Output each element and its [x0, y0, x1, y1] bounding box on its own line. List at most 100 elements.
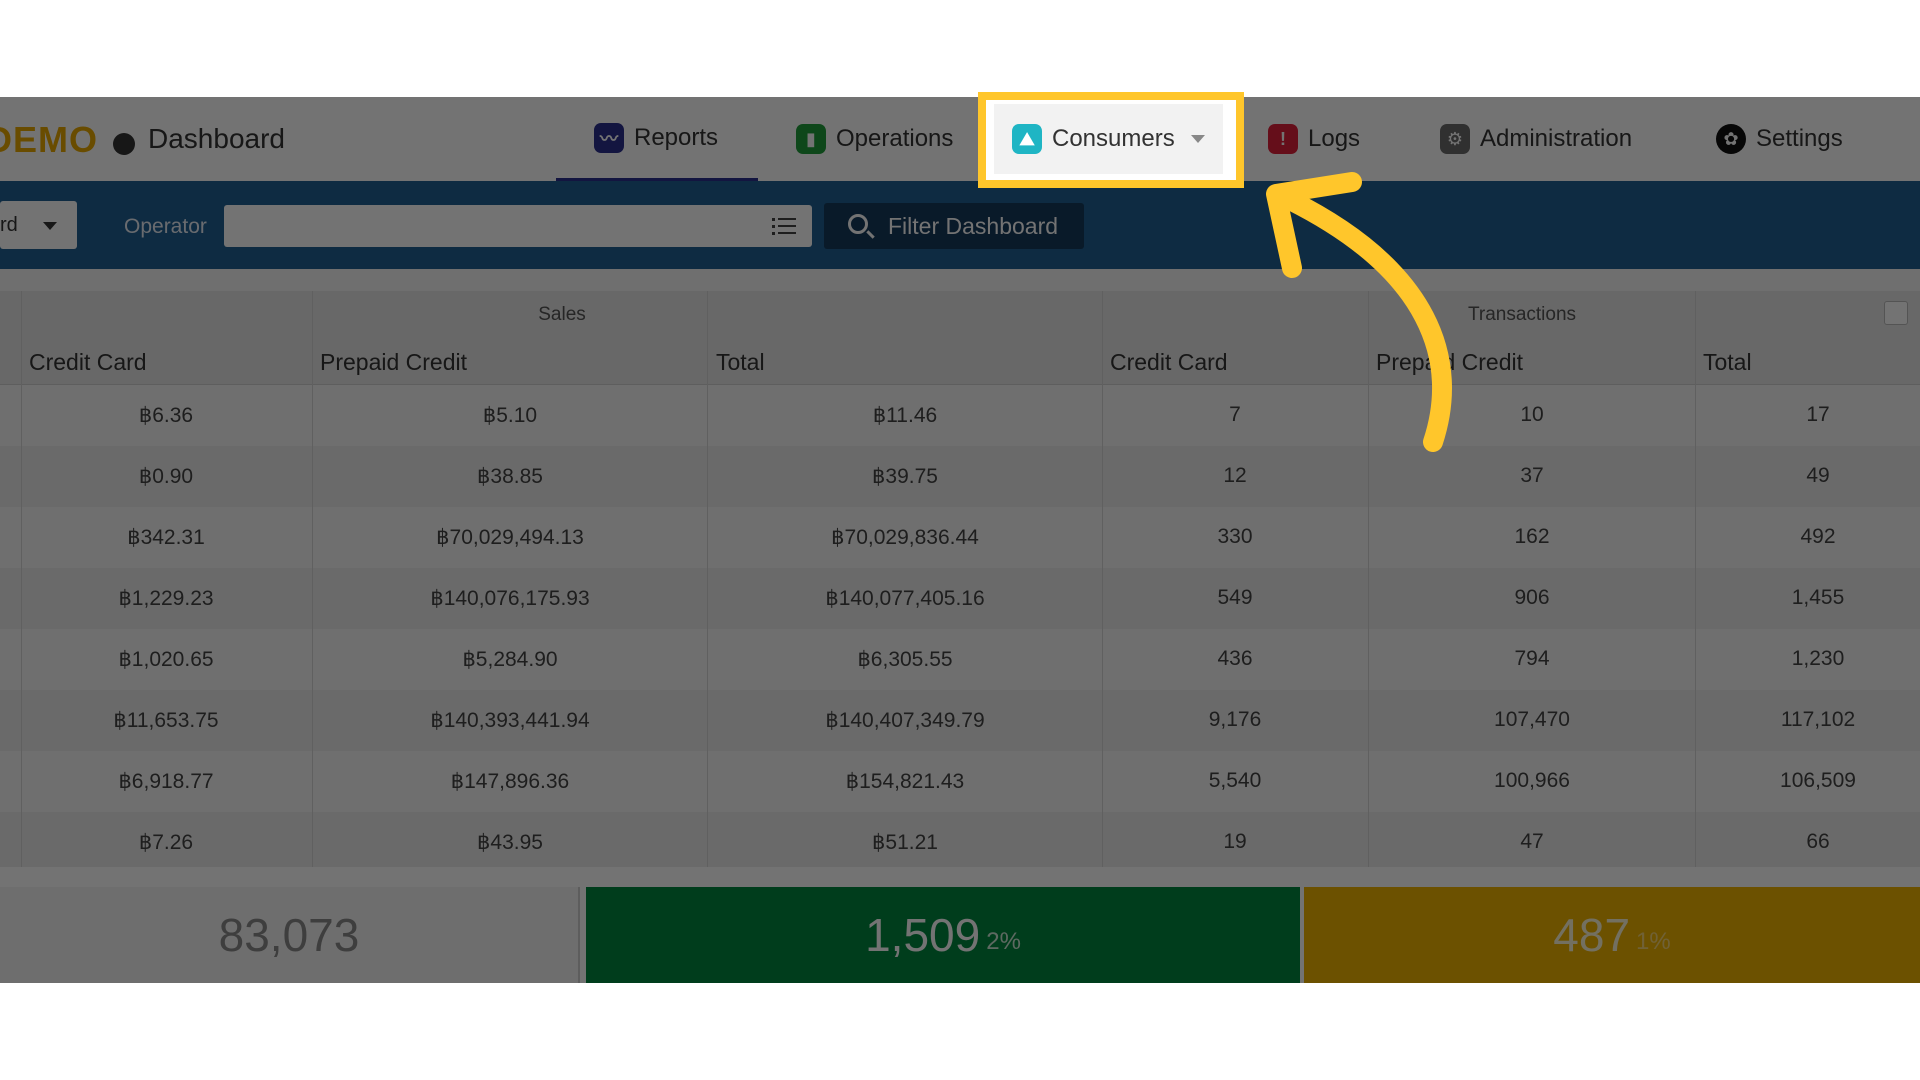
- table-cell: 17: [1806, 403, 1830, 426]
- column-divider: [1102, 291, 1103, 867]
- table-cell: 9,176: [1208, 708, 1262, 731]
- table-row[interactable]: ฿1,229.23 ฿140,076,175.93 ฿140,077,405.16 5…: [0, 568, 1920, 629]
- table-row[interactable]: ฿11,653.75 ฿140,393,441.94 ฿140,407,349.79…: [0, 690, 1920, 751]
- nav-consumers[interactable]: ⛰ Consumers: [994, 104, 1223, 174]
- filter-dashboard-label: Filter Dashboard: [888, 212, 1059, 239]
- nav-logs[interactable]: ! Logs: [1268, 97, 1360, 181]
- table-cell: ฿1,020.65: [118, 648, 214, 671]
- column-divider: [1695, 291, 1696, 867]
- table-cell: ฿7.26: [138, 831, 194, 854]
- green-value: 1,509: [865, 909, 981, 961]
- group-sales: Sales: [538, 304, 586, 325]
- table-cell: 1,455: [1791, 586, 1845, 609]
- table-cell: 47: [1520, 830, 1544, 853]
- table-row[interactable]: ฿342.31 ฿70,029,494.13 ฿70,029,836.44 330 16…: [0, 507, 1920, 568]
- table-cell: 549: [1217, 586, 1253, 609]
- reports-icon: 〰: [594, 122, 624, 153]
- table-cell: ฿140,077,405.16: [825, 587, 985, 610]
- table-cell: ฿11,653.75: [113, 709, 219, 732]
- operator-label: Operator: [124, 215, 207, 238]
- table-row[interactable]: ฿6.36 ฿5.10 ฿11.46 7 10 17: [0, 385, 1920, 446]
- table-cell: ฿5.10: [482, 404, 538, 427]
- spotlight-area: ⛰ Consumers: [984, 97, 1240, 181]
- yellow-tile: 487 1%: [1304, 887, 1920, 983]
- operations-icon: ▮: [796, 124, 826, 154]
- table-cell: ฿140,393,441.94: [430, 709, 590, 732]
- table-cell: 10: [1520, 403, 1544, 426]
- nav-operations[interactable]: ▮ Operations: [796, 97, 953, 181]
- table-cell: 100,966: [1494, 769, 1570, 792]
- col-sales-prepaid-credit[interactable]: Prepaid Credit: [320, 349, 467, 376]
- group-transactions: Transactions: [1467, 304, 1577, 325]
- table-cell: 107,470: [1494, 708, 1570, 731]
- table-cell: 5,540: [1208, 769, 1262, 792]
- table-cell: 37: [1520, 464, 1544, 487]
- table-cell: ฿43.95: [477, 831, 543, 854]
- table-cell: ฿70,029,836.44: [831, 526, 979, 549]
- partial-select[interactable]: rd: [0, 201, 77, 249]
- filter-dashboard-button[interactable]: Filter Dashboard: [824, 203, 1084, 249]
- table-cell: ฿6,918.77: [118, 770, 214, 793]
- nav-administration[interactable]: ⚙ Administration: [1440, 97, 1632, 181]
- nav-operations-label: Operations: [836, 125, 954, 152]
- table-cell: ฿11.46: [872, 404, 938, 427]
- table-cell: ฿51.21: [872, 831, 938, 854]
- total-value: 83,073: [218, 909, 360, 961]
- top-navigation: DEMO Dashboard 〰 Reports ▮ Operations ! …: [0, 97, 1920, 181]
- table-cell: ฿147,896.36: [450, 770, 570, 793]
- table-cell: ฿6.36: [138, 404, 194, 427]
- table-cell: ฿0.90: [138, 465, 194, 488]
- green-percent: 2%: [986, 928, 1021, 955]
- summary-tiles: 83,073 1,509 2% 487 1%: [0, 887, 1920, 983]
- app-window: DEMO Dashboard 〰 Reports ▮ Operations ! …: [0, 97, 1920, 983]
- table-cell: 1,230: [1791, 647, 1845, 670]
- summary-table: Sales Transactions Credit Card Prepaid C…: [0, 269, 1920, 867]
- operator-input[interactable]: [224, 205, 812, 247]
- partial-select-value: rd: [0, 214, 18, 236]
- green-tile: 1,509 2%: [586, 887, 1300, 983]
- col-sales-credit-card[interactable]: Credit Card: [29, 349, 147, 376]
- table-cell: 12: [1223, 464, 1247, 487]
- col-tx-credit-card[interactable]: Credit Card: [1110, 349, 1228, 376]
- table-row[interactable]: ฿6,918.77 ฿147,896.36 ฿154,821.43 5,540 100,…: [0, 751, 1920, 812]
- table-cell: ฿38.85: [477, 465, 543, 488]
- table-cell: ฿342.31: [127, 526, 205, 549]
- nav-settings[interactable]: ✿ Settings: [1716, 97, 1843, 181]
- column-divider: [707, 291, 708, 867]
- column-toggle-checkbox[interactable]: [1884, 301, 1908, 325]
- dashboard-icon: [113, 133, 135, 155]
- table-cell: ฿140,407,349.79: [825, 709, 985, 732]
- brand-logo: DEMO: [0, 119, 98, 160]
- table-cell: 106,509: [1780, 769, 1856, 792]
- table-cell: ฿140,076,175.93: [430, 587, 590, 610]
- table-cell: 162: [1514, 525, 1550, 548]
- table-row[interactable]: ฿1,020.65 ฿5,284.90 ฿6,305.55 436 794 1,230: [0, 629, 1920, 690]
- column-divider: [1368, 291, 1369, 867]
- table-row[interactable]: ฿7.26 ฿43.95 ฿51.21 19 47 66: [0, 812, 1920, 867]
- table-cell: 66: [1806, 830, 1830, 853]
- group-header-row: Sales Transactions: [0, 291, 1920, 335]
- table-cell: 330: [1217, 525, 1253, 548]
- nav-consumers-label: Consumers: [1052, 125, 1175, 152]
- table-cell: ฿154,821.43: [845, 770, 965, 793]
- table-cell: ฿1,229.23: [118, 587, 214, 610]
- table-row[interactable]: ฿0.90 ฿38.85 ฿39.75 12 37 49: [0, 446, 1920, 507]
- search-icon: [848, 214, 868, 234]
- filter-bar: rd Operator Filter Dashboard: [0, 181, 1920, 269]
- nav-reports-label: Reports: [634, 123, 719, 151]
- nav-logs-label: Logs: [1308, 125, 1361, 152]
- table-cell: 492: [1800, 525, 1836, 548]
- yellow-percent: 1%: [1636, 928, 1671, 955]
- col-sales-total[interactable]: Total: [716, 349, 765, 376]
- list-icon[interactable]: [772, 216, 796, 236]
- consumers-icon: ⛰: [1012, 124, 1042, 154]
- col-tx-prepaid-credit[interactable]: Prepaid Credit: [1376, 349, 1523, 376]
- nav-reports[interactable]: 〰 Reports: [556, 97, 758, 181]
- table-cell: 49: [1806, 464, 1830, 487]
- dashboard-title[interactable]: Dashboard: [148, 123, 285, 155]
- alert-icon: !: [1268, 124, 1298, 154]
- col-tx-total[interactable]: Total: [1703, 349, 1752, 376]
- nav-administration-label: Administration: [1480, 125, 1633, 152]
- table-cell: ฿70,029,494.13: [436, 526, 584, 549]
- table-cell: ฿39.75: [872, 465, 938, 488]
